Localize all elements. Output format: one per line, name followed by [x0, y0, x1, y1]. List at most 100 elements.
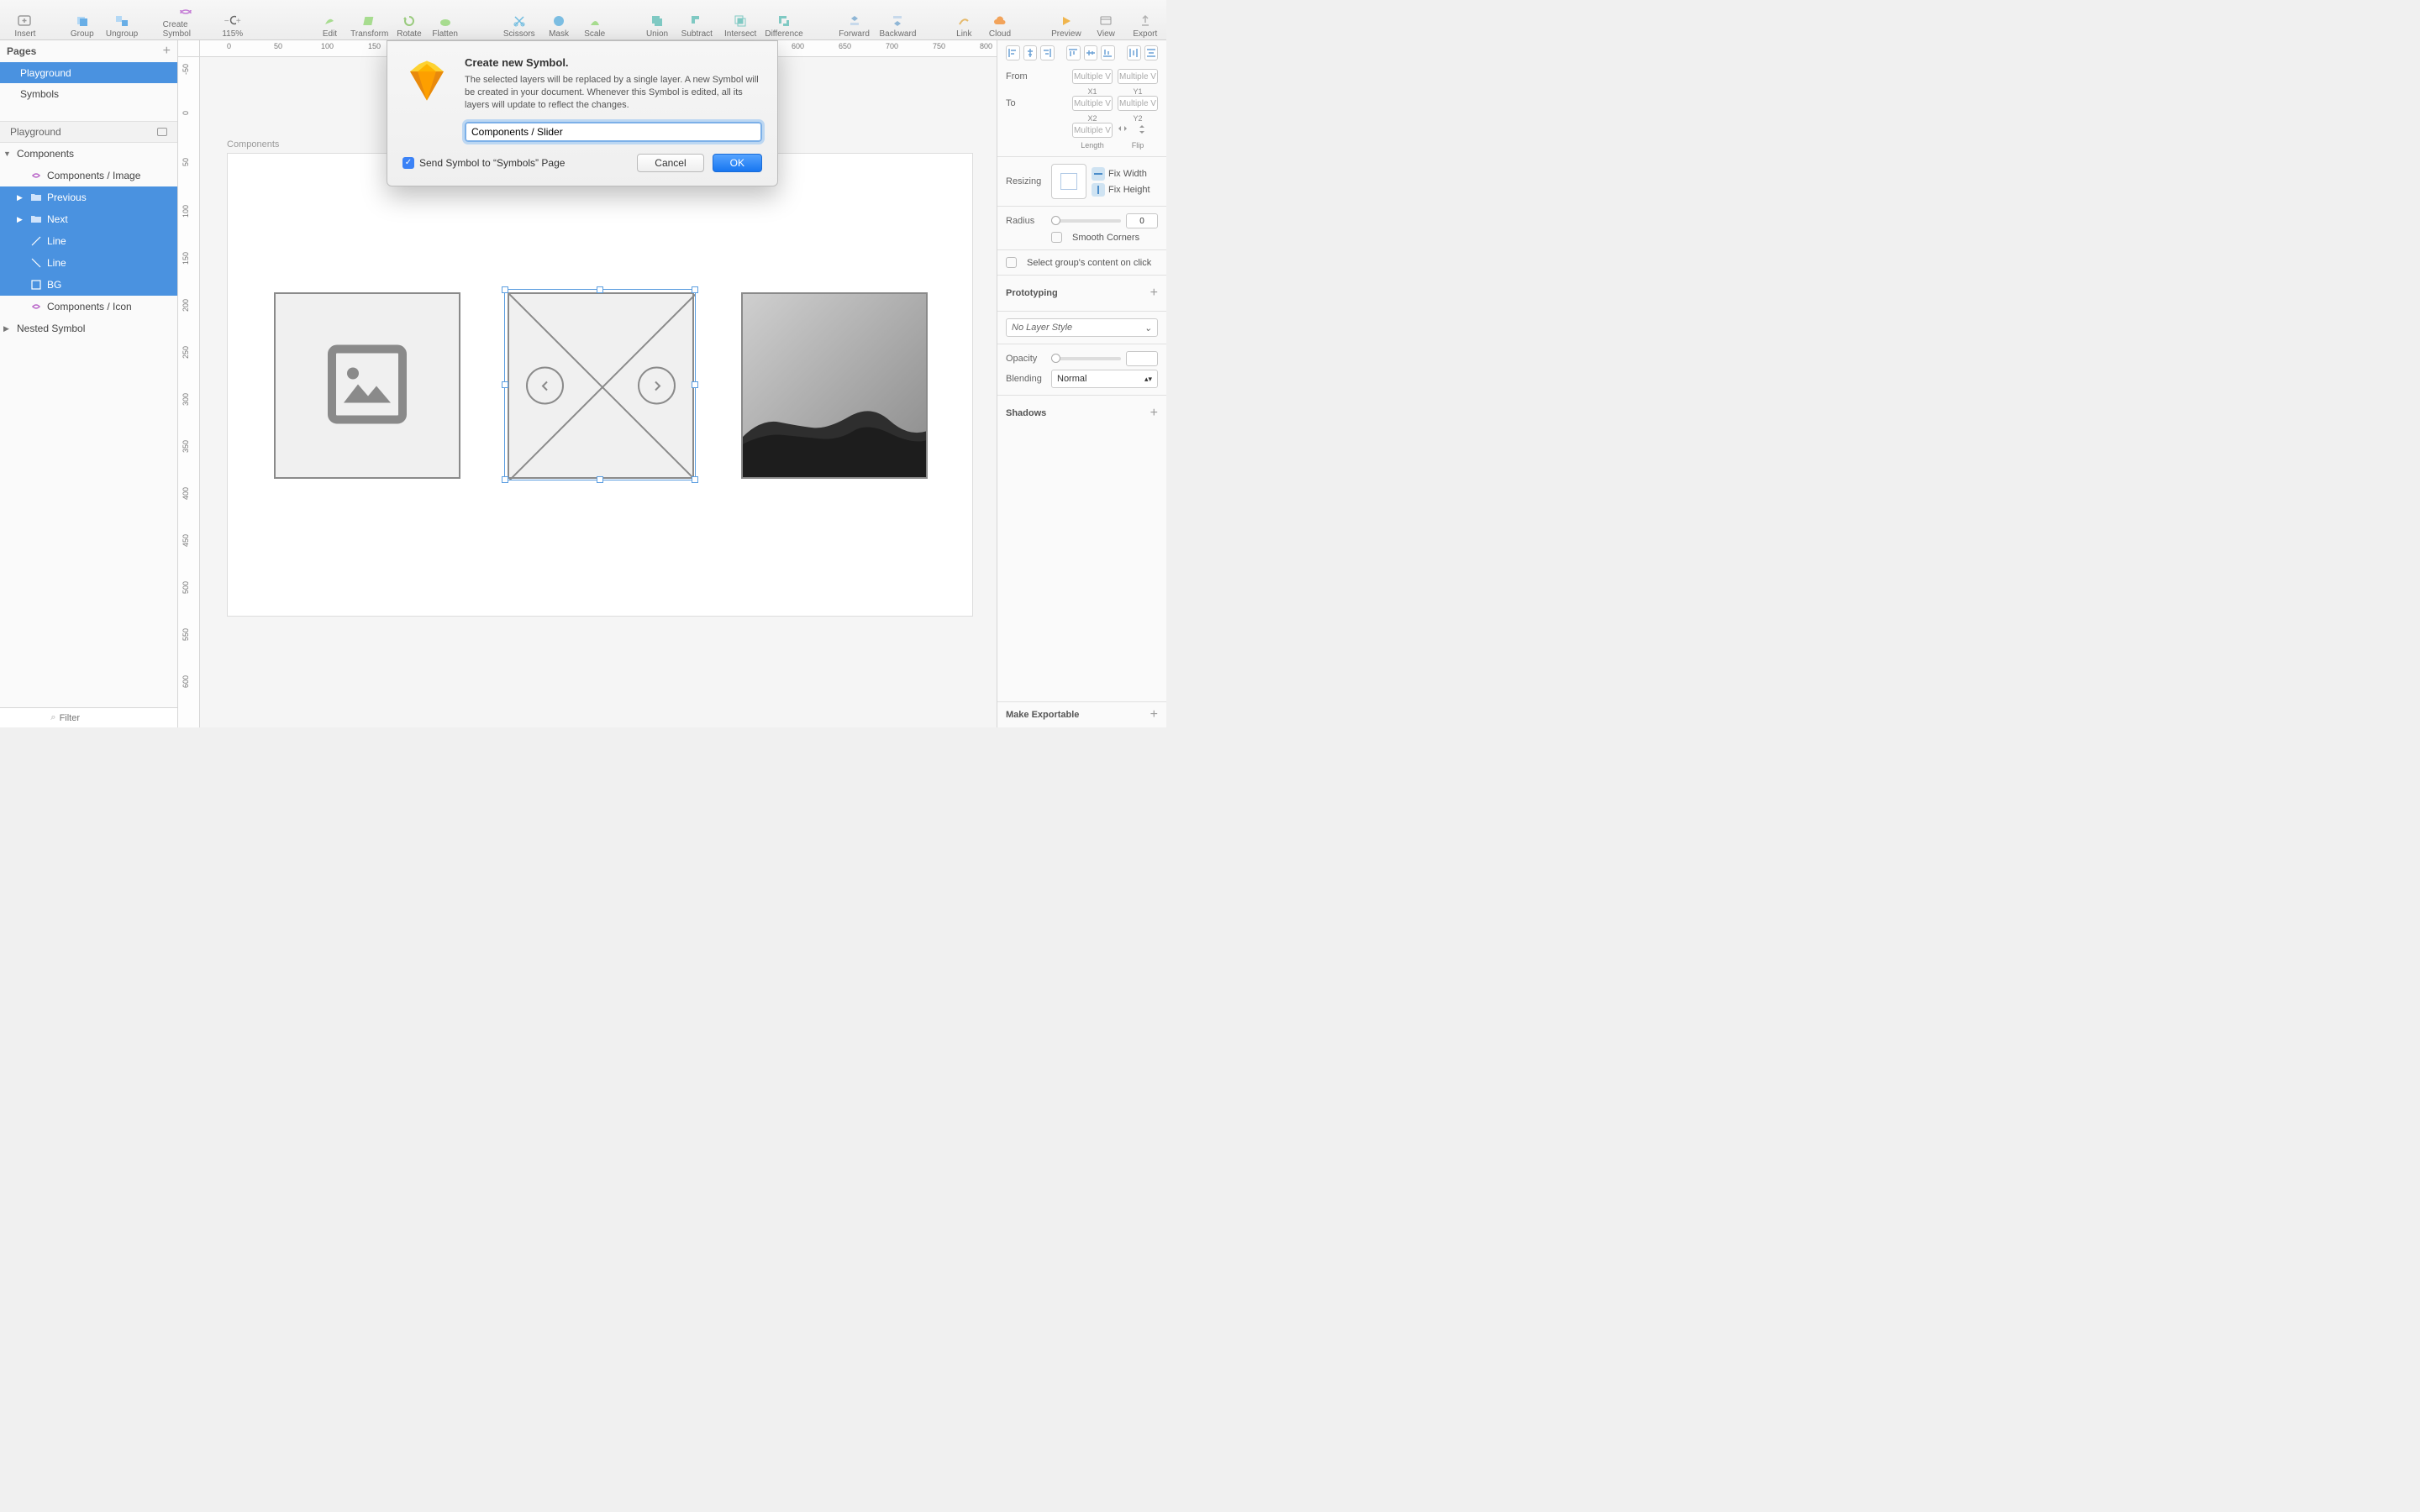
- radius-label: Radius: [1006, 216, 1046, 226]
- page-playground[interactable]: Playground: [0, 62, 177, 83]
- distribute-h-icon[interactable]: [1127, 45, 1141, 60]
- layer-line-2[interactable]: Line: [0, 252, 177, 274]
- exportable-header: Make Exportable: [1006, 710, 1079, 720]
- x2-field[interactable]: Multiple V: [1072, 96, 1113, 111]
- flip-v-icon[interactable]: [1138, 124, 1156, 137]
- insert-button[interactable]: Insert: [5, 3, 45, 39]
- align-center-h-icon[interactable]: [1023, 45, 1038, 60]
- layer-nested[interactable]: ▶Nested Symbol: [0, 318, 177, 339]
- preview-button[interactable]: Preview: [1046, 3, 1086, 39]
- page-symbols[interactable]: Symbols: [0, 83, 177, 104]
- add-export-icon[interactable]: +: [1150, 707, 1158, 722]
- component-image-card[interactable]: [274, 292, 460, 479]
- layer-line-1[interactable]: Line: [0, 230, 177, 252]
- link-button[interactable]: Link: [948, 3, 981, 39]
- inspector: From Multiple V Multiple V X1Y1 To Multi…: [997, 40, 1166, 727]
- align-buttons: [1006, 45, 1158, 60]
- rect-icon: [30, 279, 42, 291]
- ruler-vertical: -50050100150200250300350400450500550600: [178, 57, 200, 727]
- to-label: To: [1006, 98, 1046, 108]
- layer-style-select[interactable]: No Layer Style⌄: [1006, 318, 1158, 337]
- pages-header: Pages +: [0, 40, 177, 62]
- rotate-button[interactable]: Rotate: [393, 3, 426, 39]
- y1-field[interactable]: Multiple V: [1118, 69, 1158, 84]
- union-button[interactable]: Union: [641, 3, 674, 39]
- layer-icon-symbol[interactable]: Components / Icon: [0, 296, 177, 318]
- scale-button[interactable]: Scale: [578, 3, 611, 39]
- cloud-button[interactable]: Cloud: [984, 3, 1017, 39]
- radius-field[interactable]: 0: [1126, 213, 1158, 228]
- layer-previous[interactable]: ▶ Previous: [0, 186, 177, 208]
- selection-box: [504, 289, 696, 480]
- search-icon: ⌕: [50, 712, 55, 723]
- create-symbol-dialog: Create new Symbol. The selected layers w…: [387, 40, 778, 186]
- select-group-checkbox[interactable]: [1006, 257, 1017, 268]
- filter-input[interactable]: [60, 713, 127, 723]
- edit-button[interactable]: Edit: [313, 3, 346, 39]
- component-photo-card[interactable]: [741, 292, 928, 479]
- layer-image-symbol[interactable]: Components / Image: [0, 165, 177, 186]
- zoom-control[interactable]: − +115%: [213, 3, 253, 39]
- image-placeholder-icon: [325, 343, 409, 429]
- forward-button[interactable]: Forward: [834, 3, 875, 39]
- photo-image: [743, 294, 926, 477]
- folder-icon: [30, 192, 42, 203]
- export-button[interactable]: Export: [1129, 3, 1162, 39]
- add-page-icon[interactable]: +: [163, 44, 171, 59]
- create-symbol-button[interactable]: Create Symbol: [163, 3, 209, 39]
- backward-button[interactable]: Backward: [877, 3, 918, 39]
- scissors-button[interactable]: Scissors: [499, 3, 539, 39]
- filter-bar[interactable]: ⌕: [0, 707, 177, 727]
- fix-height-icon[interactable]: [1092, 183, 1105, 197]
- sketch-app-icon: [402, 56, 451, 105]
- blending-select[interactable]: Normal▴▾: [1051, 370, 1158, 388]
- x1-field[interactable]: Multiple V: [1072, 69, 1113, 84]
- ok-button[interactable]: OK: [713, 154, 762, 172]
- send-to-symbols-checkbox[interactable]: ✓ Send Symbol to “Symbols” Page: [402, 157, 565, 169]
- cancel-button[interactable]: Cancel: [637, 154, 703, 172]
- opacity-slider[interactable]: [1051, 357, 1121, 360]
- line-icon: [30, 235, 42, 247]
- from-label: From: [1006, 71, 1046, 81]
- symbol-icon: [30, 301, 42, 312]
- radius-slider[interactable]: [1051, 219, 1121, 223]
- group-button[interactable]: Group: [66, 3, 98, 39]
- layer-bg[interactable]: BG: [0, 274, 177, 296]
- align-top-icon[interactable]: [1066, 45, 1081, 60]
- fix-width-icon[interactable]: [1092, 167, 1105, 181]
- ungroup-button[interactable]: Ungroup: [102, 3, 142, 39]
- flip-h-icon[interactable]: [1118, 124, 1136, 137]
- distribute-v-icon[interactable]: [1144, 45, 1159, 60]
- prototyping-header: Prototyping: [1006, 288, 1058, 298]
- add-shadow-icon[interactable]: +: [1150, 406, 1158, 421]
- align-right-icon[interactable]: [1040, 45, 1055, 60]
- artboard-label[interactable]: Components: [227, 139, 279, 150]
- left-panel: Pages + Playground Symbols Playground ▼C…: [0, 40, 178, 727]
- mask-button[interactable]: Mask: [543, 3, 576, 39]
- length-field[interactable]: Multiple V: [1072, 123, 1113, 138]
- transform-button[interactable]: Transform: [350, 3, 390, 39]
- resizing-widget[interactable]: [1051, 164, 1086, 199]
- layer-components[interactable]: ▼Components: [0, 143, 177, 165]
- smooth-corners-checkbox[interactable]: [1051, 232, 1062, 243]
- align-left-icon[interactable]: [1006, 45, 1020, 60]
- artboard-section[interactable]: Playground: [0, 121, 177, 143]
- symbol-name-input[interactable]: [465, 122, 762, 142]
- opacity-field[interactable]: [1126, 351, 1158, 366]
- view-button[interactable]: View: [1090, 3, 1123, 39]
- align-bottom-icon[interactable]: [1101, 45, 1115, 60]
- opacity-label: Opacity: [1006, 354, 1046, 364]
- folder-icon: [30, 213, 42, 225]
- layer-next[interactable]: ▶ Next: [0, 208, 177, 230]
- updown-icon: ▴▾: [1144, 375, 1152, 384]
- align-center-v-icon[interactable]: [1084, 45, 1098, 60]
- y2-field[interactable]: Multiple V: [1118, 96, 1158, 111]
- symbol-icon: [30, 170, 42, 181]
- ruler-corner: [178, 40, 200, 57]
- subtract-button[interactable]: Subtract: [676, 3, 717, 39]
- dialog-title: Create new Symbol.: [465, 56, 762, 69]
- intersect-button[interactable]: Intersect: [720, 3, 760, 39]
- add-prototyping-icon[interactable]: +: [1150, 286, 1158, 301]
- difference-button[interactable]: Difference: [764, 3, 804, 39]
- flatten-button[interactable]: Flatten: [429, 3, 461, 39]
